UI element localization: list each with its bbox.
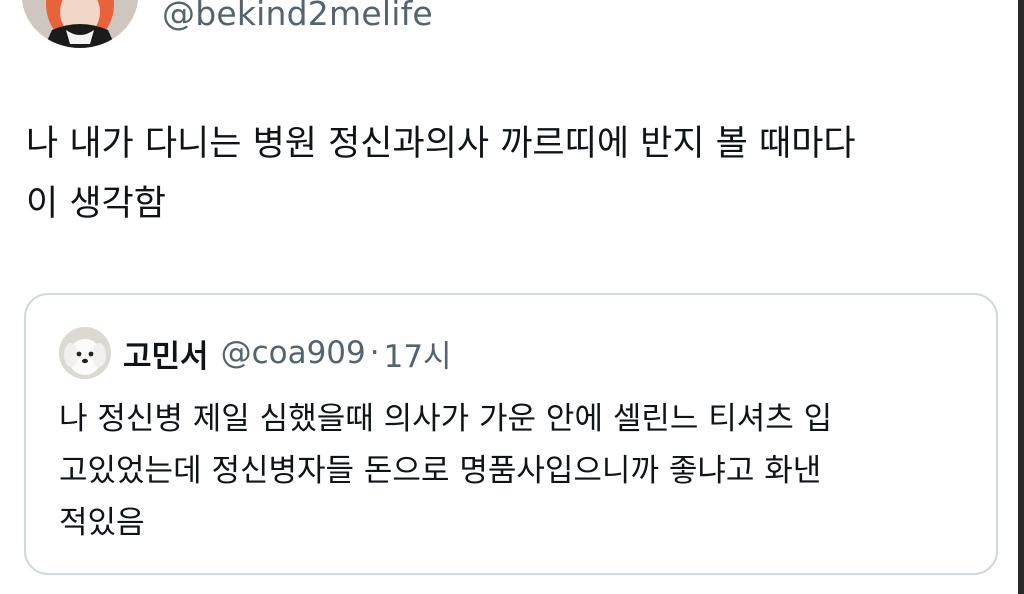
- profile-photo-avatar[interactable]: [22, 0, 138, 48]
- white-puppy-avatar[interactable]: [59, 327, 111, 379]
- tweet-author-handle[interactable]: @bekind2melife: [162, 0, 433, 33]
- screen-edge: [1018, 0, 1024, 594]
- quoted-author-name[interactable]: 고민서: [123, 331, 209, 376]
- quoted-tweet-line: 나 정신병 제일 심했을때 의사가 가운 안에 셀린느 티셔츠 입: [59, 401, 833, 437]
- quoted-tweet-line: 적있음: [59, 505, 145, 541]
- tweet-body: 나 내가 다니는 병원 정신과의사 까르띠에 반지 볼 때마다 이 생각함: [26, 114, 1001, 234]
- meta-separator: ·: [369, 335, 380, 371]
- puppy-avatar-icon: [59, 327, 111, 379]
- quoted-tweet-body: 나 정신병 제일 심했을때 의사가 가운 안에 셀린느 티셔츠 입 고있었는데 …: [59, 393, 979, 549]
- quoted-tweet-card[interactable]: 고민서 @coa909 · 17시 나 정신병 제일 심했을때 의사가 가운 안…: [24, 293, 998, 575]
- tweet-body-line: 이 생각함: [26, 184, 166, 224]
- quoted-author-handle[interactable]: @coa909: [221, 335, 366, 371]
- tweet-body-line: 나 내가 다니는 병원 정신과의사 까르띠에 반지 볼 때마다: [26, 124, 856, 164]
- quoted-tweet-time[interactable]: 17시: [384, 331, 452, 376]
- quoted-tweet-line: 고있었는데 정신병자들 돈으로 명품사입으니까 좋냐고 화낸: [59, 453, 822, 489]
- quoted-tweet-header: 고민서 @coa909 · 17시: [59, 327, 452, 379]
- avatar-icon: [22, 0, 138, 48]
